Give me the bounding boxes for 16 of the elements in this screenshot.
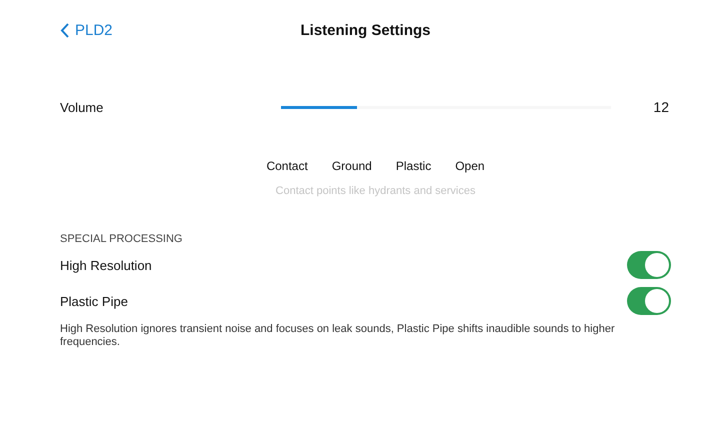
mode-tab[interactable]: Plastic xyxy=(394,159,434,173)
footnote-text: High Resolution ignores transient noise and focuses on leak sounds, Plastic Pipe shifts inaudible sounds to higher frequencies. xyxy=(60,323,616,349)
mode-description: Contact points like hydrants and services xyxy=(274,185,476,197)
mode-tab[interactable]: Open xyxy=(453,159,487,173)
volume-label: Volume xyxy=(60,100,104,114)
toggle-switch[interactable] xyxy=(627,287,671,315)
chevron-left-icon xyxy=(60,22,69,38)
mode-tab[interactable]: Ground xyxy=(330,159,374,173)
mode-tab[interactable]: Contact xyxy=(264,159,310,173)
volume-value: 12 xyxy=(653,99,669,115)
setting-label: Plastic Pipe xyxy=(60,294,128,308)
setting-label: High Resolution xyxy=(60,258,152,272)
toggle-switch[interactable] xyxy=(627,251,671,279)
back-button[interactable]: PLD2 xyxy=(60,22,113,38)
section-header: SPECIAL PROCESSING xyxy=(60,233,184,245)
screen-title: Listening Settings xyxy=(300,22,430,38)
